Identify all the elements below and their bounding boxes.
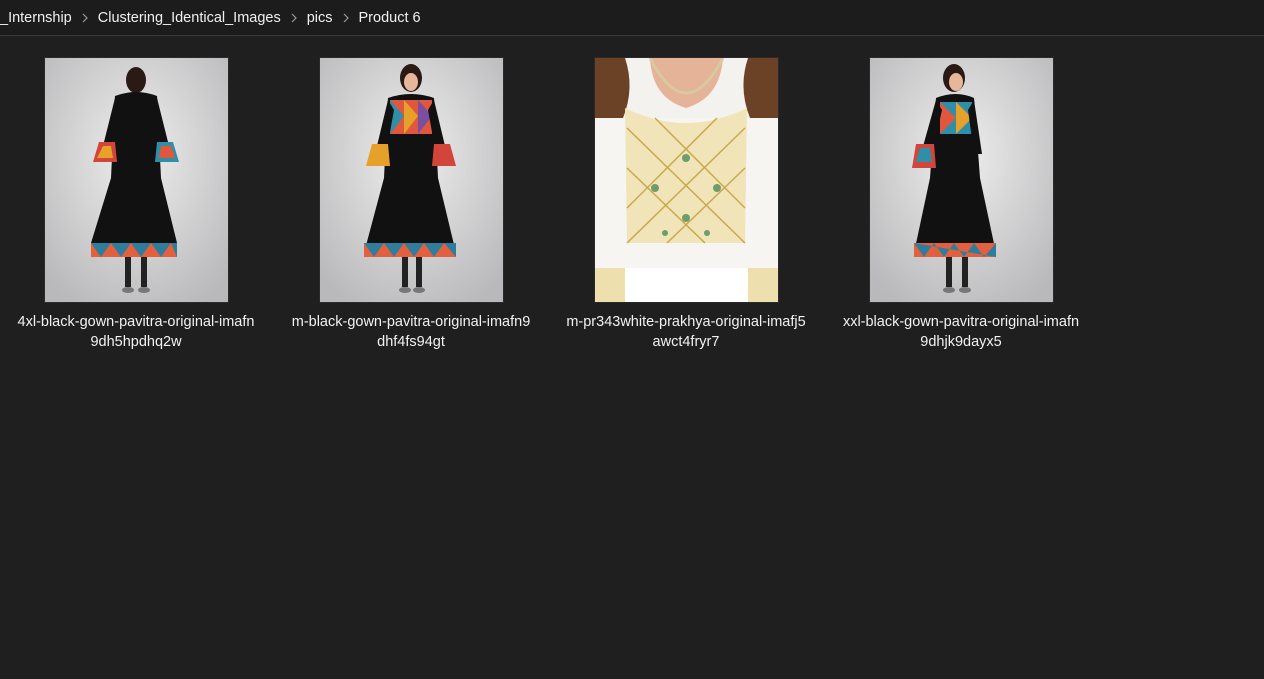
address-bar[interactable]: _Internship Clustering_Identical_Images … — [0, 0, 1264, 36]
file-name-line: 4xl-black-gown-pavitra-original-imafn — [17, 314, 255, 330]
file-name-line: m-pr343white-prakhya-original-imafj5 — [566, 314, 806, 330]
file-name: m-pr343white-prakhya-original-imafj5 awc… — [550, 312, 822, 352]
image-thumbnail[interactable] — [44, 58, 228, 302]
breadcrumb-item-clustering[interactable]: Clustering_Identical_Images — [94, 10, 285, 26]
file-name-line: 9dhjk9dayx5 — [920, 334, 1002, 350]
file-name-line: awct4fryr7 — [652, 334, 720, 350]
chevron-right-icon[interactable] — [76, 0, 94, 35]
file-name-line: 9dh5hpdhq2w — [90, 334, 182, 350]
file-item[interactable]: m-black-gown-pavitra-original-imafn9 dhf… — [275, 58, 547, 352]
image-thumbnail[interactable] — [869, 58, 1053, 302]
breadcrumb-item-pics[interactable]: pics — [303, 10, 337, 26]
file-name-line: dhf4fs94gt — [377, 334, 445, 350]
file-item[interactable]: 4xl-black-gown-pavitra-original-imafn 9d… — [0, 58, 272, 352]
file-item[interactable]: m-pr343white-prakhya-original-imafj5 awc… — [550, 58, 822, 352]
image-thumbnail[interactable] — [319, 58, 503, 302]
breadcrumb-item-internship[interactable]: _Internship — [0, 10, 76, 26]
file-name: m-black-gown-pavitra-original-imafn9 dhf… — [275, 312, 547, 352]
file-name: xxl-black-gown-pavitra-original-imafn 9d… — [825, 312, 1097, 352]
file-name-line: m-black-gown-pavitra-original-imafn9 — [291, 314, 531, 330]
chevron-right-icon[interactable] — [337, 0, 355, 35]
file-name-line: xxl-black-gown-pavitra-original-imafn — [842, 314, 1080, 330]
file-name: 4xl-black-gown-pavitra-original-imafn 9d… — [0, 312, 272, 352]
file-list: 4xl-black-gown-pavitra-original-imafn 9d… — [0, 36, 1264, 679]
file-item[interactable]: xxl-black-gown-pavitra-original-imafn 9d… — [825, 58, 1097, 352]
breadcrumb: _Internship Clustering_Identical_Images … — [0, 0, 425, 35]
breadcrumb-item-product-6[interactable]: Product 6 — [355, 10, 425, 26]
chevron-right-icon[interactable] — [285, 0, 303, 35]
image-thumbnail[interactable] — [594, 58, 778, 302]
